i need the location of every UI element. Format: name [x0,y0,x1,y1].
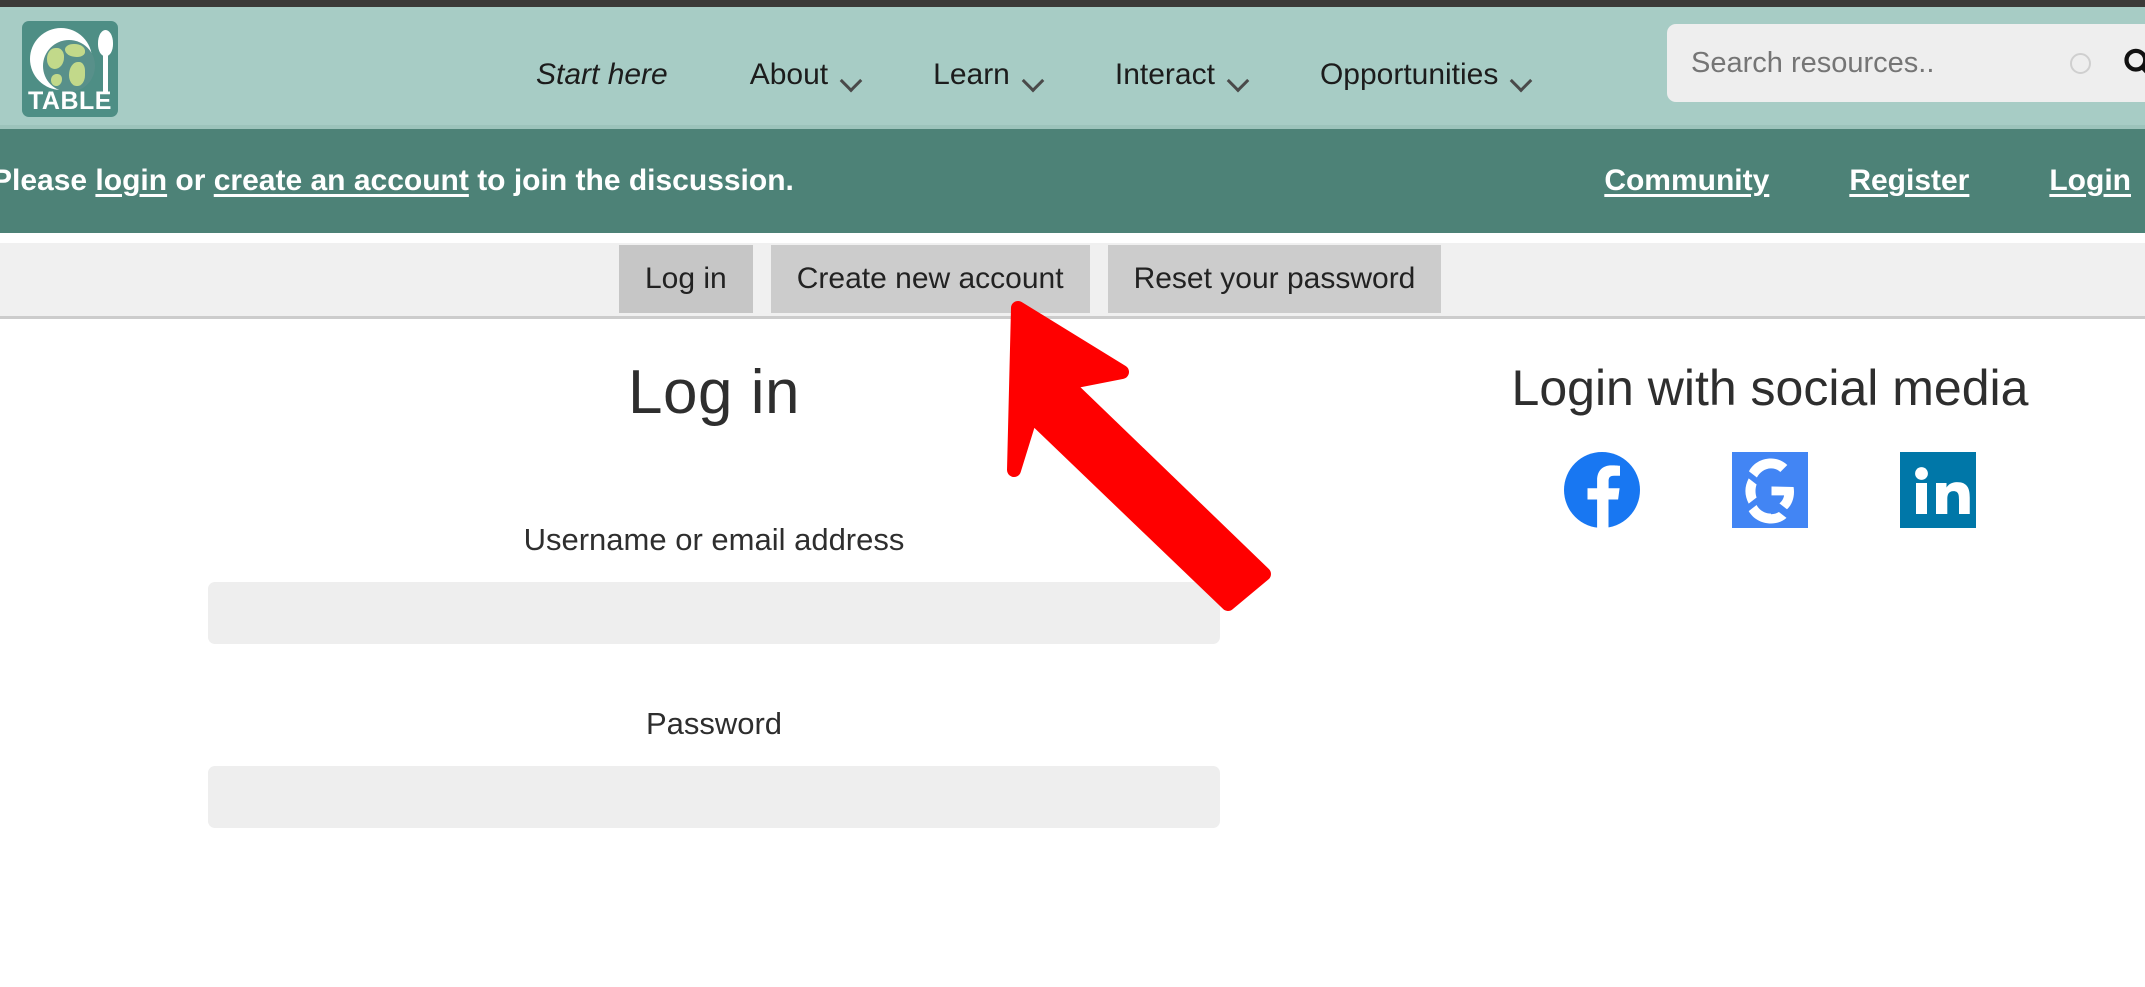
chevron-down-icon [842,73,861,83]
tab-reset-your-password[interactable]: Reset your password [1107,245,1442,313]
site-header: TABLE Start here About Learn Interact Op… [0,7,2145,129]
search-icon[interactable] [2121,46,2145,80]
facebook-icon[interactable] [1564,452,1640,528]
tab-label-reset-your-password: Reset your password [1133,262,1416,295]
facebook-glyph [1587,465,1620,528]
circle-spinner-icon [2070,52,2091,74]
globe-plate-icon [30,28,95,92]
linkedin-icon[interactable] [1900,452,1976,528]
google-icon[interactable] [1732,452,1808,528]
search-box[interactable] [1667,24,2145,102]
nav-label-learn: Learn [933,58,1010,91]
login-form-column: Log in Username or email address Passwor… [208,322,1220,828]
browser-chrome-strip [0,0,2145,7]
google-glyph [1745,458,1794,524]
social-login-column: Login with social media [1500,322,2040,528]
auth-tab-strip: Log in Create new account Reset your pas… [0,243,2145,319]
chevron-down-icon [1024,73,1043,83]
tab-log-in[interactable]: Log in [619,245,753,313]
tab-label-create-new-account: Create new account [796,262,1064,295]
notice-message: Please login or create an account to joi… [0,164,794,198]
notice-prefix: Please [0,164,96,197]
notice-login-link[interactable]: login [95,164,167,197]
auth-tabs: Log in Create new account Reset your pas… [619,245,1442,313]
nav-label-about: About [749,58,829,91]
notice-create-account-link[interactable]: create an account [214,164,469,197]
tab-label-log-in: Log in [645,262,727,295]
nav-item-learn[interactable]: Learn [897,58,1079,92]
social-login-buttons [1500,452,2040,528]
username-input[interactable] [208,582,1220,644]
community-link[interactable]: Community [1604,164,1769,198]
nav-item-opportunities[interactable]: Opportunities [1284,58,1567,92]
register-link[interactable]: Register [1849,164,1969,198]
main-navigation: Start here About Learn Interact Opportun… [500,14,1567,136]
social-login-title: Login with social media [1511,360,2029,416]
account-links: Community Register Login [1604,164,2131,198]
logo-wordmark: TABLE [28,87,112,115]
linkedin-glyph [1915,467,1970,514]
nav-item-about[interactable]: About [714,58,897,92]
search-input[interactable] [1689,45,2070,81]
login-notice-bar: Please login or create an account to joi… [0,129,2145,233]
page-root: TABLE Start here About Learn Interact Op… [0,0,2145,987]
page-title: Log in [628,358,800,427]
globe-icon [43,40,95,92]
notice-middle: or [167,164,214,197]
username-label: Username or email address [523,522,905,557]
chevron-down-icon [1229,73,1248,83]
chevron-down-icon [1512,73,1531,83]
password-label: Password [645,706,783,741]
nav-label-opportunities: Opportunities [1319,58,1499,91]
site-logo[interactable]: TABLE [22,21,118,117]
login-link[interactable]: Login [2049,164,2131,198]
password-input[interactable] [208,766,1220,828]
nav-label-interact: Interact [1114,58,1215,91]
tab-create-new-account[interactable]: Create new account [770,245,1090,313]
nav-item-interact[interactable]: Interact [1079,58,1284,92]
notice-suffix: to join the discussion. [468,164,794,197]
nav-item-start-here[interactable]: Start here [500,58,714,92]
nav-label-start-here: Start here [536,58,668,91]
